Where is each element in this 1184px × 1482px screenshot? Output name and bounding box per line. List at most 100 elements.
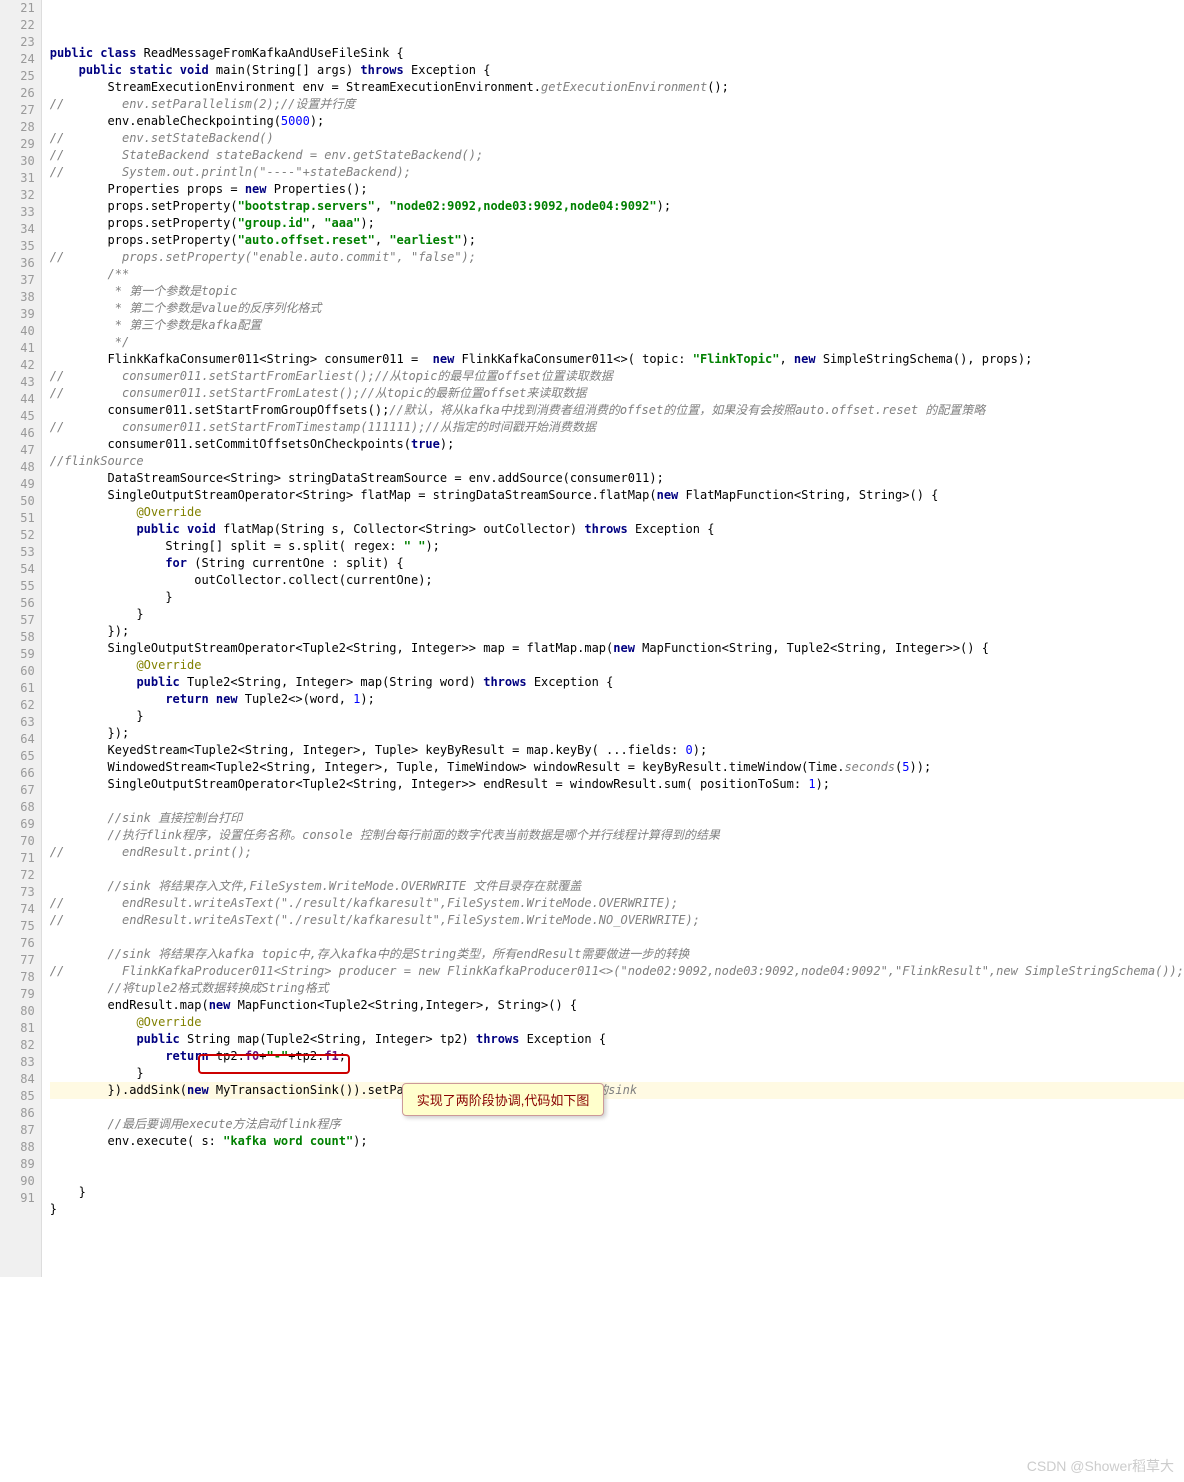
line-gutter: 2122232425262728293031323334353637383940…: [0, 0, 42, 1277]
code-line[interactable]: /**: [50, 266, 1184, 283]
code-line[interactable]: [50, 1099, 1184, 1116]
code-line[interactable]: //最后要调用execute方法启动flink程序: [50, 1116, 1184, 1133]
code-line[interactable]: @Override: [50, 1014, 1184, 1031]
code-line[interactable]: props.setProperty("group.id", "aaa");: [50, 215, 1184, 232]
code-line[interactable]: outCollector.collect(currentOne);: [50, 572, 1184, 589]
watermark: CSDN @Shower稻草大: [1027, 1456, 1174, 1476]
code-line[interactable]: //sink 直接控制台打印: [50, 810, 1184, 827]
code-line[interactable]: SingleOutputStreamOperator<String> flatM…: [50, 487, 1184, 504]
code-line[interactable]: //执行flink程序，设置任务名称。console 控制台每行前面的数字代表当…: [50, 827, 1184, 844]
code-line[interactable]: // env.setStateBackend(): [50, 130, 1184, 147]
line-number: 37: [0, 272, 35, 289]
code-line[interactable]: }: [50, 606, 1184, 623]
line-number: 28: [0, 119, 35, 136]
code-editor[interactable]: 2122232425262728293031323334353637383940…: [0, 0, 1184, 1277]
code-line[interactable]: endResult.map(new MapFunction<Tuple2<Str…: [50, 997, 1184, 1014]
line-number: 53: [0, 544, 35, 561]
code-line[interactable]: });: [50, 725, 1184, 742]
code-line[interactable]: }).addSink(new MyTransactionSink()).setP…: [50, 1082, 1184, 1099]
line-number: 36: [0, 255, 35, 272]
line-number: 90: [0, 1173, 35, 1190]
annotation-callout: 实现了两阶段协调,代码如下图: [402, 1083, 605, 1116]
code-line[interactable]: public String map(Tuple2<String, Integer…: [50, 1031, 1184, 1048]
code-line[interactable]: [50, 793, 1184, 810]
code-line[interactable]: }: [50, 1201, 1184, 1218]
line-number: 56: [0, 595, 35, 612]
code-line[interactable]: SingleOutputStreamOperator<Tuple2<String…: [50, 640, 1184, 657]
code-line[interactable]: props.setProperty("bootstrap.servers", "…: [50, 198, 1184, 215]
code-line[interactable]: [50, 929, 1184, 946]
code-line[interactable]: for (String currentOne : split) {: [50, 555, 1184, 572]
code-line[interactable]: Properties props = new Properties();: [50, 181, 1184, 198]
code-line[interactable]: FlinkKafkaConsumer011<String> consumer01…: [50, 351, 1184, 368]
code-line[interactable]: // System.out.println("----"+stateBacken…: [50, 164, 1184, 181]
line-number: 49: [0, 476, 35, 493]
line-number: 41: [0, 340, 35, 357]
code-line[interactable]: [50, 861, 1184, 878]
line-number: 74: [0, 901, 35, 918]
code-line[interactable]: // StateBackend stateBackend = env.getSt…: [50, 147, 1184, 164]
code-line[interactable]: }: [50, 589, 1184, 606]
line-number: 69: [0, 816, 35, 833]
code-line[interactable]: public class ReadMessageFromKafkaAndUseF…: [50, 45, 1184, 62]
code-line[interactable]: public Tuple2<String, Integer> map(Strin…: [50, 674, 1184, 691]
code-line[interactable]: * 第一个参数是topic: [50, 283, 1184, 300]
code-line[interactable]: });: [50, 623, 1184, 640]
code-line[interactable]: env.execute( s: "kafka word count");: [50, 1133, 1184, 1150]
code-line[interactable]: [50, 28, 1184, 45]
line-number: 77: [0, 952, 35, 969]
line-number: 91: [0, 1190, 35, 1207]
code-line[interactable]: // consumer011.setStartFromEarliest();//…: [50, 368, 1184, 385]
line-number: 84: [0, 1071, 35, 1088]
code-line[interactable]: //sink 将结果存入文件,FileSystem.WriteMode.OVER…: [50, 878, 1184, 895]
line-number: 35: [0, 238, 35, 255]
code-line[interactable]: public static void main(String[] args) t…: [50, 62, 1184, 79]
code-line[interactable]: consumer011.setCommitOffsetsOnCheckpoint…: [50, 436, 1184, 453]
code-line[interactable]: // props.setProperty("enable.auto.commit…: [50, 249, 1184, 266]
code-line[interactable]: @Override: [50, 657, 1184, 674]
code-line[interactable]: }: [50, 1184, 1184, 1201]
line-number: 32: [0, 187, 35, 204]
code-line[interactable]: */: [50, 334, 1184, 351]
code-line[interactable]: DataStreamSource<String> stringDataStrea…: [50, 470, 1184, 487]
code-line[interactable]: props.setProperty("auto.offset.reset", "…: [50, 232, 1184, 249]
line-number: 25: [0, 68, 35, 85]
code-line[interactable]: @Override: [50, 504, 1184, 521]
code-line[interactable]: [50, 1167, 1184, 1184]
line-number: 44: [0, 391, 35, 408]
line-number: 42: [0, 357, 35, 374]
code-line[interactable]: }: [50, 708, 1184, 725]
line-number: 60: [0, 663, 35, 680]
code-line[interactable]: SingleOutputStreamOperator<Tuple2<String…: [50, 776, 1184, 793]
line-number: 51: [0, 510, 35, 527]
code-line[interactable]: //flinkSource: [50, 453, 1184, 470]
line-number: 47: [0, 442, 35, 459]
code-line[interactable]: //sink 将结果存入kafka topic中,存入kafka中的是Strin…: [50, 946, 1184, 963]
code-line[interactable]: // endResult.writeAsText("./result/kafka…: [50, 895, 1184, 912]
code-line[interactable]: * 第三个参数是kafka配置: [50, 317, 1184, 334]
code-line[interactable]: KeyedStream<Tuple2<String, Integer>, Tup…: [50, 742, 1184, 759]
line-number: 70: [0, 833, 35, 850]
code-line[interactable]: [50, 1218, 1184, 1235]
code-line[interactable]: String[] split = s.split( regex: " ");: [50, 538, 1184, 555]
code-line[interactable]: StreamExecutionEnvironment env = StreamE…: [50, 79, 1184, 96]
code-line[interactable]: // endResult.writeAsText("./result/kafka…: [50, 912, 1184, 929]
line-number: 38: [0, 289, 35, 306]
code-line[interactable]: //将tuple2格式数据转换成String格式: [50, 980, 1184, 997]
line-number: 22: [0, 17, 35, 34]
code-line[interactable]: // FlinkKafkaProducer011<String> produce…: [50, 963, 1184, 980]
code-line[interactable]: * 第二个参数是value的反序列化格式: [50, 300, 1184, 317]
code-line[interactable]: env.enableCheckpointing(5000);: [50, 113, 1184, 130]
code-line[interactable]: // consumer011.setStartFromTimestamp(111…: [50, 419, 1184, 436]
line-number: 52: [0, 527, 35, 544]
code-line[interactable]: return new Tuple2<>(word, 1);: [50, 691, 1184, 708]
code-line[interactable]: WindowedStream<Tuple2<String, Integer>, …: [50, 759, 1184, 776]
code-line[interactable]: public void flatMap(String s, Collector<…: [50, 521, 1184, 538]
code-line[interactable]: [50, 1150, 1184, 1167]
code-area[interactable]: public class ReadMessageFromKafkaAndUseF…: [42, 0, 1184, 1277]
code-line[interactable]: // env.setParallelism(2);//设置并行度: [50, 96, 1184, 113]
code-line[interactable]: // endResult.print();: [50, 844, 1184, 861]
line-number: 75: [0, 918, 35, 935]
code-line[interactable]: // consumer011.setStartFromLatest();//从t…: [50, 385, 1184, 402]
code-line[interactable]: consumer011.setStartFromGroupOffsets();/…: [50, 402, 1184, 419]
